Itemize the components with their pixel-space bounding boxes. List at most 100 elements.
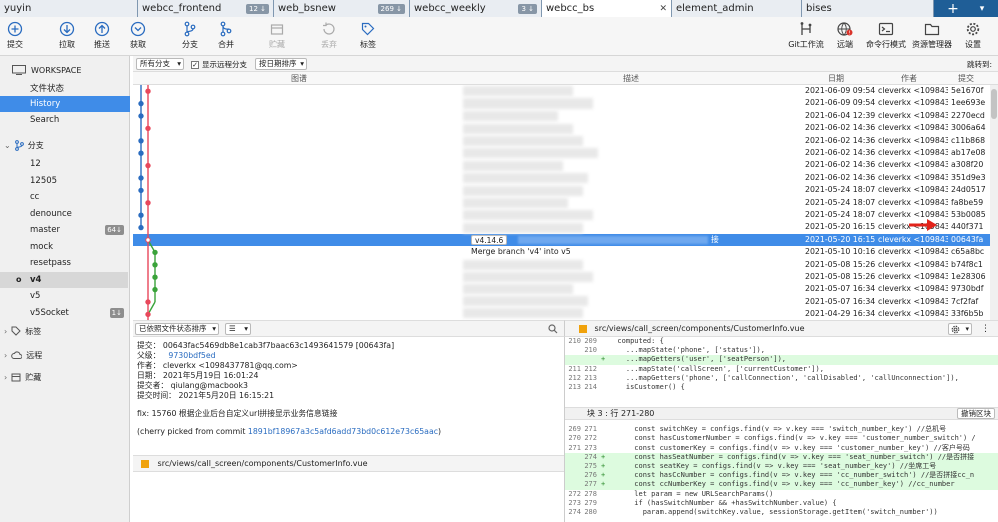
graph-node: [145, 88, 151, 94]
sidebar-item-file-status[interactable]: 文件状态: [0, 80, 130, 96]
tab-4[interactable]: webcc_bs ✕: [542, 0, 672, 17]
branch-filter-dropdown[interactable]: 所有分支 ▾: [136, 58, 184, 70]
tab-6[interactable]: bises: [802, 0, 934, 17]
sidebar-branch-v5socket[interactable]: v5Socket 1↓: [0, 305, 128, 321]
discard-label: 丢弃: [321, 40, 337, 49]
gitflow-label: Git工作流: [788, 40, 824, 49]
sidebar-branch-v5[interactable]: v5: [0, 288, 128, 304]
diff-line: 210 209 computed: {: [565, 337, 998, 346]
revert-hunk-button[interactable]: 撤销区块: [957, 408, 995, 420]
tag-icon: [11, 326, 21, 336]
col-commit[interactable]: 提交: [958, 73, 974, 84]
sidebar-branch-mock[interactable]: mock: [0, 239, 128, 255]
sidebar-branch-cc[interactable]: cc: [0, 189, 128, 205]
sidebar-item-label: History: [30, 99, 61, 109]
commit-row[interactable]: 2021-06-04 12:39 cleverkx <109843 2270ecd: [133, 110, 998, 122]
commit-author: cleverkx <109843: [878, 98, 948, 108]
tab-label: yuyin: [4, 3, 32, 14]
sidebar-branch-12[interactable]: 12: [0, 156, 128, 172]
stash-button[interactable]: 贮藏: [262, 21, 292, 50]
chevron-right-icon: ›: [4, 372, 8, 382]
search-icon[interactable]: [548, 324, 558, 334]
parent-line: 父级： 9730bdf5ed: [137, 351, 560, 361]
commit-author: cleverkx <109843: [878, 185, 948, 195]
redacted-description: [463, 210, 593, 220]
push-button[interactable]: 推送: [87, 21, 117, 50]
close-icon[interactable]: ✕: [659, 4, 667, 14]
merge-button[interactable]: 合并: [211, 21, 241, 50]
diff-options-button[interactable]: ▾: [948, 323, 972, 335]
commit-row[interactable]: Merge branch 'v4' into v5 2021-05-10 10:1…: [133, 246, 998, 258]
tab-5[interactable]: element_admin: [672, 0, 802, 17]
sidebar-branch-master[interactable]: master 64↓: [0, 222, 128, 238]
commit-hash: 440f371: [951, 222, 984, 232]
branches-label: 分支: [27, 140, 44, 150]
commit-date: 2021-05-08 15:26: [805, 272, 876, 281]
redacted-description: [463, 86, 573, 96]
file-sort-dropdown[interactable]: 已依照文件状态排序 ▾: [135, 323, 219, 335]
col-description[interactable]: 描述: [623, 73, 639, 84]
commit-hash: 7cf2faf: [951, 296, 979, 306]
col-graph[interactable]: 图谱: [291, 73, 307, 84]
tab-menu-button[interactable]: ▾: [972, 0, 992, 17]
tab-3[interactable]: webcc_weekly 3 ↓: [410, 0, 542, 17]
gitflow-button[interactable]: Git工作流: [785, 21, 827, 50]
sidebar-item-history[interactable]: History: [0, 96, 130, 112]
tag-button[interactable]: 标签: [353, 21, 383, 50]
push-label: 推送: [94, 40, 110, 49]
commit-author: cleverkx <109843: [878, 123, 948, 133]
tab-1[interactable]: webcc_frontend 12 ↓: [138, 0, 274, 17]
fetch-button[interactable]: 获取: [123, 21, 153, 50]
branches-header[interactable]: ⌄ 分支: [0, 136, 130, 154]
branch-name: cc: [30, 192, 40, 202]
scrollbar-thumb[interactable]: [991, 89, 997, 119]
branch-button[interactable]: 分支: [175, 21, 205, 50]
sidebar-branch-v4[interactable]: o v4: [0, 271, 128, 288]
sidebar-item-search[interactable]: Search: [0, 112, 130, 128]
commit-list-scrollbar[interactable]: [990, 85, 998, 320]
commit-row[interactable]: 2021-06-02 14:36 cleverkx <109843 a308f20: [133, 159, 998, 171]
commit-date: 2021-06-02 14:36: [805, 135, 876, 145]
changed-file-row[interactable]: src/views/call_screen/components/Custome…: [133, 455, 564, 472]
tab-0[interactable]: yuyin: [0, 0, 138, 17]
line-number: 274: [584, 452, 597, 461]
commit-date: 2021-06-02 14:36: [805, 148, 876, 157]
col-author[interactable]: 作者: [901, 73, 917, 84]
commit-author: cleverkx <109843: [878, 309, 948, 319]
sidebar-branch-denounce[interactable]: denounce: [0, 206, 128, 222]
pull-button[interactable]: 拉取: [52, 21, 82, 50]
col-date[interactable]: 日期: [828, 73, 844, 84]
more-icon[interactable]: ⋮: [981, 321, 990, 337]
graph-node: [138, 138, 144, 144]
sort-dropdown[interactable]: 按日期排序 ▾: [255, 58, 307, 70]
explorer-button[interactable]: 资源管理器: [910, 21, 954, 50]
sidebar-branch-12505[interactable]: 12505: [0, 173, 128, 189]
tab-2[interactable]: web_bsnew 269 ↓: [274, 0, 410, 17]
pull-icon: [59, 21, 75, 37]
terminal-button[interactable]: 命令行模式: [866, 21, 906, 50]
gear-icon: [951, 325, 960, 334]
discard-icon: [323, 22, 335, 35]
globe-icon: !: [837, 22, 853, 37]
diff-code: const ccNumberKey = configs.find(v => v.…: [609, 480, 955, 489]
tags-header[interactable]: › 标签: [0, 322, 130, 340]
diff-code: ...mapGetters('user', ['seatPerson']),: [609, 355, 787, 364]
cherry-hash-link[interactable]: 1891bf18967a3c5afd6add73bd0c612e73c65aac: [248, 427, 438, 436]
tab-label: bises: [806, 3, 832, 14]
settings-button[interactable]: 设置: [958, 21, 988, 50]
remotes-header[interactable]: › 远程: [0, 346, 130, 364]
sidebar-branch-resetpass[interactable]: resetpass: [0, 255, 128, 271]
view-mode-dropdown[interactable]: ☰ ▾: [225, 323, 251, 335]
cloud-icon: [11, 351, 23, 359]
commit-button[interactable]: 提交: [0, 21, 30, 50]
diff-line: 269 271 const switchKey = configs.find(v …: [565, 425, 998, 434]
red-arrow-annotation: [909, 219, 937, 231]
chevron-right-icon: ›: [4, 326, 8, 336]
stashes-header[interactable]: › 贮藏: [0, 368, 130, 386]
show-remote-checkbox[interactable]: ✓ 显示远程分支: [191, 59, 247, 70]
remote-button[interactable]: ! 远端: [830, 21, 860, 50]
discard-button[interactable]: 丢弃: [314, 21, 344, 50]
chevron-down-icon: ▾: [177, 59, 181, 68]
parent-hash-link[interactable]: 9730bdf5ed: [168, 351, 215, 360]
new-tab-button[interactable]: +: [934, 0, 972, 17]
